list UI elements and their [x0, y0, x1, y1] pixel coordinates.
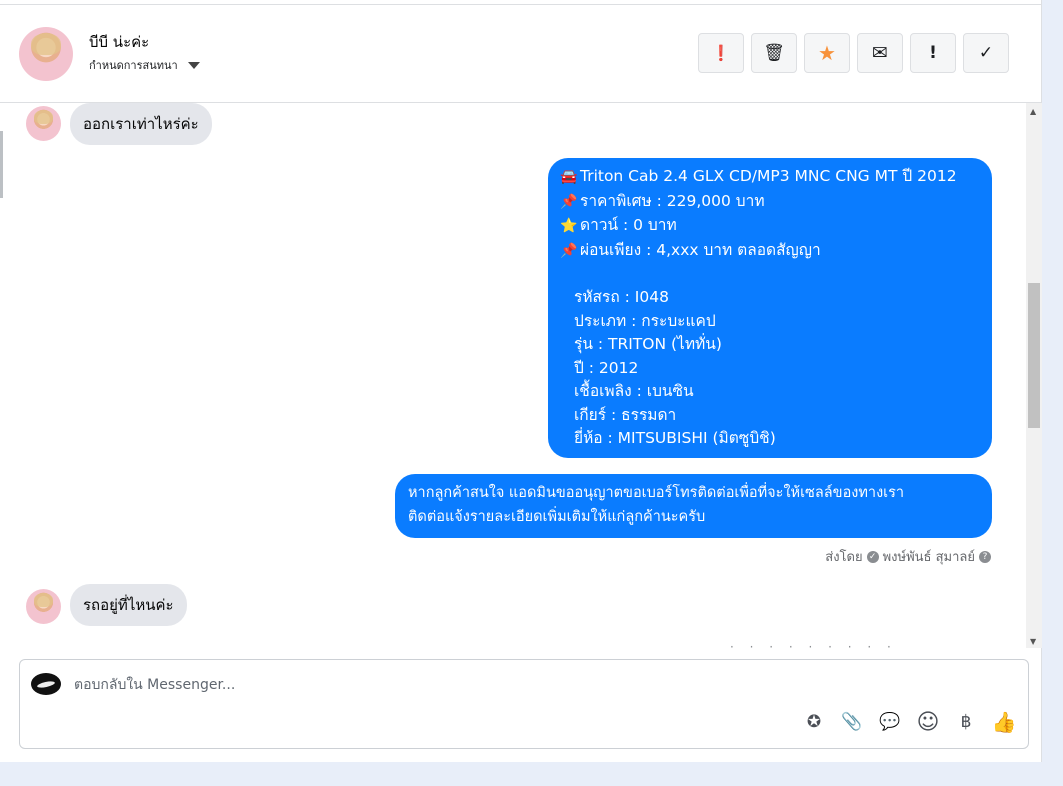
special-price: ราคาพิเศษ : 229,000 บาท [580, 191, 765, 210]
outgoing-message-admin[interactable]: หากลูกค้าสนใจ แอดมินขออนุญาตขอเบอร์โทรติ… [395, 474, 992, 538]
saved-reply-icon[interactable]: ✪ [802, 710, 826, 734]
sent-by-name[interactable]: พงษ์พันธ์ สุมาลย์ [883, 546, 975, 567]
incoming-message[interactable]: ออกเราเท่าไหร่ค่ะ [70, 103, 212, 145]
car-type: ประเภท : กระบะแคป [574, 311, 716, 330]
scroll-down-arrow-icon[interactable]: ▼ [1030, 637, 1036, 646]
emoji-icon[interactable]: ☺ [916, 710, 940, 735]
installment: ผ่อนเพียง : 4,xxx บาท ตลอดสัญญา [580, 240, 821, 259]
admin-message-line: หากลูกค้าสนใจ แอดมินขออนุญาตขอเบอร์โทรติ… [408, 485, 905, 501]
thumbs-up-icon[interactable]: 👍 [992, 710, 1017, 734]
star-icon: ★ [818, 41, 836, 65]
down-payment: ดาวน์ : 0 บาท [580, 216, 677, 234]
chat-settings-dropdown[interactable]: กำหนดการสนทนา [89, 56, 200, 74]
admin-message-line: ติดต่อแจ้งรายละเอียดเพิ่มเติมให้แก่ลูกค้… [408, 508, 706, 525]
sent-by-info: ส่งโดย ✓ พงษ์พันธ์ สุมาลย์ ? [825, 546, 991, 567]
contact-name[interactable]: บีบี น่ะค่ะ [89, 30, 149, 54]
mark-unread-button[interactable]: ✉ [857, 33, 903, 73]
left-scroll-indicator [0, 131, 3, 198]
car-brand: ยี่ห้อ : MITSUBISHI (มิตซูบิชิ) [574, 429, 776, 447]
verified-icon: ✓ [866, 550, 879, 563]
spam-button[interactable]: ❗ [698, 33, 744, 73]
car-fuel: เชื้อเพลิง : เบนซิน [574, 382, 694, 400]
delete-button[interactable]: 🗑 [751, 33, 797, 73]
exclamation-circle-icon: ❗ [711, 44, 731, 62]
mark-done-button[interactable]: ✓ [963, 33, 1009, 73]
sent-by-prefix: ส่งโดย [825, 550, 863, 565]
car-year: ปี : 2012 [574, 358, 639, 377]
conversation-header: บีบี น่ะค่ะ กำหนดการสนทนา ❗ 🗑 ★ ✉ ! ✓ [0, 5, 1042, 103]
contact-avatar[interactable] [19, 27, 73, 81]
reply-input[interactable] [74, 674, 774, 696]
follow-up-button[interactable]: ! [910, 33, 956, 73]
scrollbar-thumb[interactable] [1028, 283, 1040, 428]
trash-icon: 🗑 [763, 43, 785, 63]
conversation-panel: บีบี น่ะค่ะ กำหนดการสนทนา ❗ 🗑 ★ ✉ ! ✓ ▲ … [0, 0, 1042, 762]
quick-reply-icon[interactable]: 💬 [878, 710, 902, 734]
pin-icon: 📌 [560, 193, 578, 210]
attachment-icon[interactable]: 📎 [840, 710, 864, 734]
car-model: รุ่น : TRITON (ไททั่น) [574, 335, 722, 353]
envelope-icon: ✉ [872, 42, 888, 64]
help-icon[interactable]: ? [979, 550, 991, 563]
chevron-down-icon [187, 61, 200, 69]
star-button[interactable]: ★ [804, 33, 850, 73]
star-icon: ⭐ [560, 218, 578, 234]
sender-avatar[interactable] [26, 589, 61, 624]
car-code: รหัสรถ : I048 [574, 288, 669, 306]
car-icon: 🚘 [560, 169, 578, 185]
car-title: Triton Cab 2.4 GLX CD/MP3 MNC CNG MT ปี … [580, 167, 957, 185]
outgoing-message-car-details[interactable]: 🚘 Triton Cab 2.4 GLX CD/MP3 MNC CNG MT ปี… [548, 158, 992, 458]
scroll-up-arrow-icon[interactable]: ▲ [1030, 107, 1036, 116]
incoming-message[interactable]: รถอยู่ที่ไหนค่ะ [70, 584, 187, 626]
page-avatar [31, 673, 61, 695]
sender-avatar[interactable] [26, 106, 61, 141]
partially-visible-text: · · · · · · · · · [730, 640, 897, 654]
composer-tools: ✪ 📎 💬 ☺ ฿ 👍 [802, 710, 1017, 735]
car-gear: เกียร์ : ธรรมดา [574, 405, 677, 424]
baht-payment-icon[interactable]: ฿ [954, 710, 978, 734]
chat-settings-label: กำหนดการสนทนา [89, 59, 178, 72]
pin-icon: 📌 [560, 242, 578, 259]
exclamation-icon: ! [929, 43, 937, 63]
check-icon: ✓ [978, 43, 994, 63]
conversation-toolbar: ❗ 🗑 ★ ✉ ! ✓ [698, 33, 1009, 73]
message-scrollbar[interactable]: ▲ ▼ [1026, 103, 1042, 648]
reply-composer: ✪ 📎 💬 ☺ ฿ 👍 [19, 659, 1029, 749]
